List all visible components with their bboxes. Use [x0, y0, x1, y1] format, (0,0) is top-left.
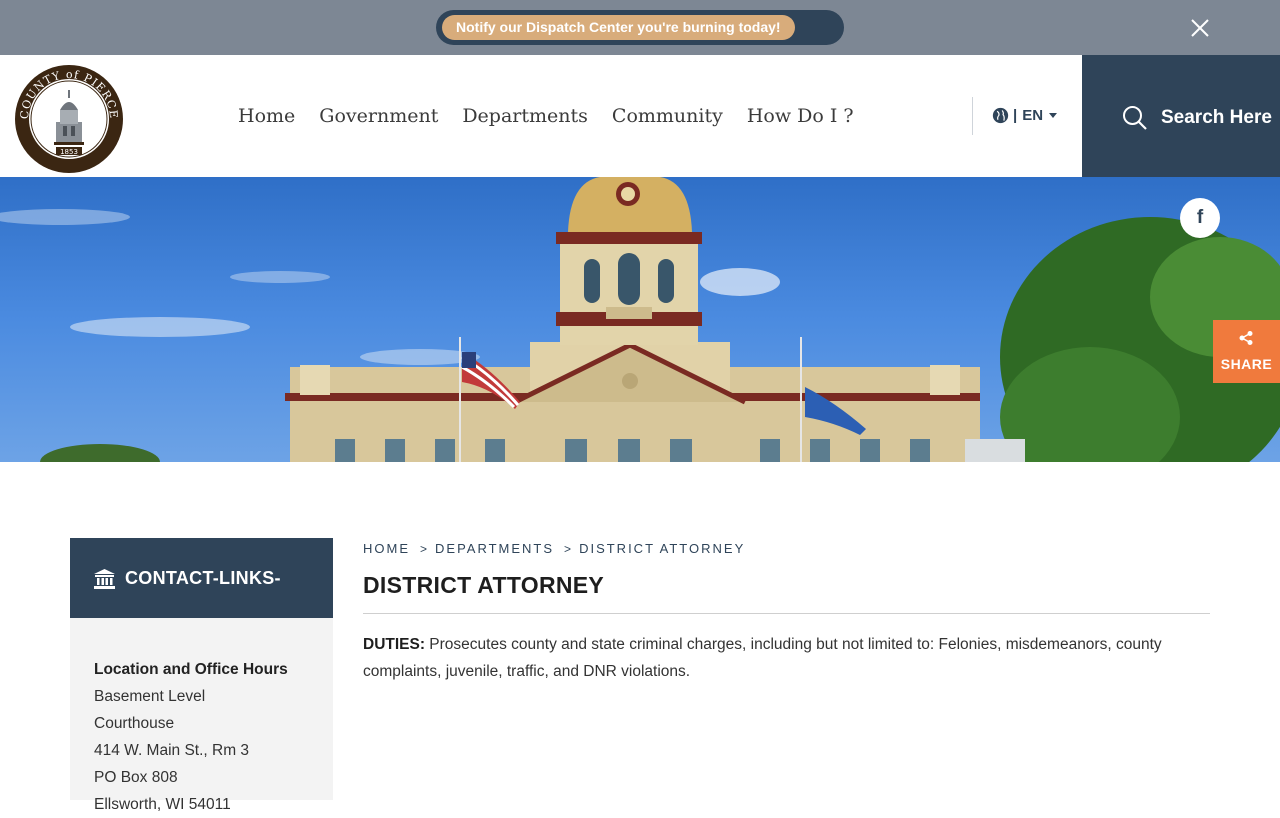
address-line: 414 W. Main St., Rm 3 [94, 742, 250, 759]
search-icon [1123, 106, 1147, 130]
language-code: EN [1022, 107, 1044, 124]
close-icon[interactable] [1188, 16, 1212, 40]
hero-banner: f [0, 177, 1280, 462]
sidebar-title: CONTACT-LINKS- [125, 568, 281, 588]
address-line: Basement Level [94, 688, 206, 705]
address-line: Ellsworth, WI 54011 [94, 796, 231, 813]
sidebar-header[interactable]: CONTACT-LINKS- [70, 538, 333, 618]
share-button[interactable]: SHARE [1213, 320, 1280, 383]
language-separator: | [1013, 107, 1018, 124]
seal-year: 1853 [60, 148, 78, 156]
duties-paragraph: DUTIES: Prosecutes county and state crim… [363, 631, 1210, 685]
site-header: COUNTY of PIERCE WISCONSIN 1853 Home Gov… [0, 55, 1280, 177]
county-seal-logo[interactable]: COUNTY of PIERCE WISCONSIN 1853 [14, 64, 124, 174]
location-heading: Location and Office Hours [94, 661, 288, 678]
main-nav: Home Government Departments Community Ho… [238, 105, 878, 127]
page-title: DISTRICT ATTORNEY [363, 572, 605, 598]
breadcrumb-separator: > [564, 541, 574, 556]
nav-government[interactable]: Government [319, 105, 438, 127]
courthouse-photo [0, 177, 1280, 462]
breadcrumb-home[interactable]: HOME [363, 541, 410, 556]
breadcrumb-separator: > [420, 541, 430, 556]
caret-down-icon [1049, 112, 1058, 118]
alert-bar: Notify our Dispatch Center you're burnin… [0, 0, 1280, 55]
nav-departments[interactable]: Departments [462, 105, 588, 127]
facebook-button[interactable]: f [1180, 198, 1220, 238]
address-line: Courthouse [94, 715, 175, 732]
address-line: PO Box 808 [94, 769, 178, 786]
nav-community[interactable]: Community [612, 105, 723, 127]
breadcrumb-current: DISTRICT ATTORNEY [579, 541, 746, 556]
burn-notice-button[interactable]: Notify our Dispatch Center you're burnin… [442, 15, 795, 40]
breadcrumb-departments[interactable]: DEPARTMENTS [435, 541, 554, 556]
share-label: SHARE [1220, 356, 1273, 372]
building-columns-icon [94, 569, 115, 589]
title-divider [363, 613, 1210, 614]
location-block: Location and Office Hours Basement Level… [94, 656, 324, 818]
alert-pill: Notify our Dispatch Center you're burnin… [436, 10, 844, 45]
search-button[interactable]: Search Here [1082, 55, 1280, 177]
language-selector[interactable]: | EN [992, 107, 1058, 124]
contact-sidebar: CONTACT-LINKS- Location and Office Hours… [70, 538, 333, 813]
duties-label: DUTIES: [363, 636, 425, 653]
nav-divider [972, 97, 973, 135]
nav-how-do-i[interactable]: How Do I ? [747, 105, 854, 127]
breadcrumb: HOME > DEPARTMENTS > DISTRICT ATTORNEY [363, 541, 745, 556]
facebook-icon: f [1196, 207, 1204, 228]
globe-icon [992, 107, 1009, 124]
duties-text: Prosecutes county and state criminal cha… [363, 636, 1162, 680]
search-label: Search Here [1161, 107, 1272, 128]
nav-home[interactable]: Home [238, 105, 295, 127]
share-icon [1239, 331, 1253, 345]
